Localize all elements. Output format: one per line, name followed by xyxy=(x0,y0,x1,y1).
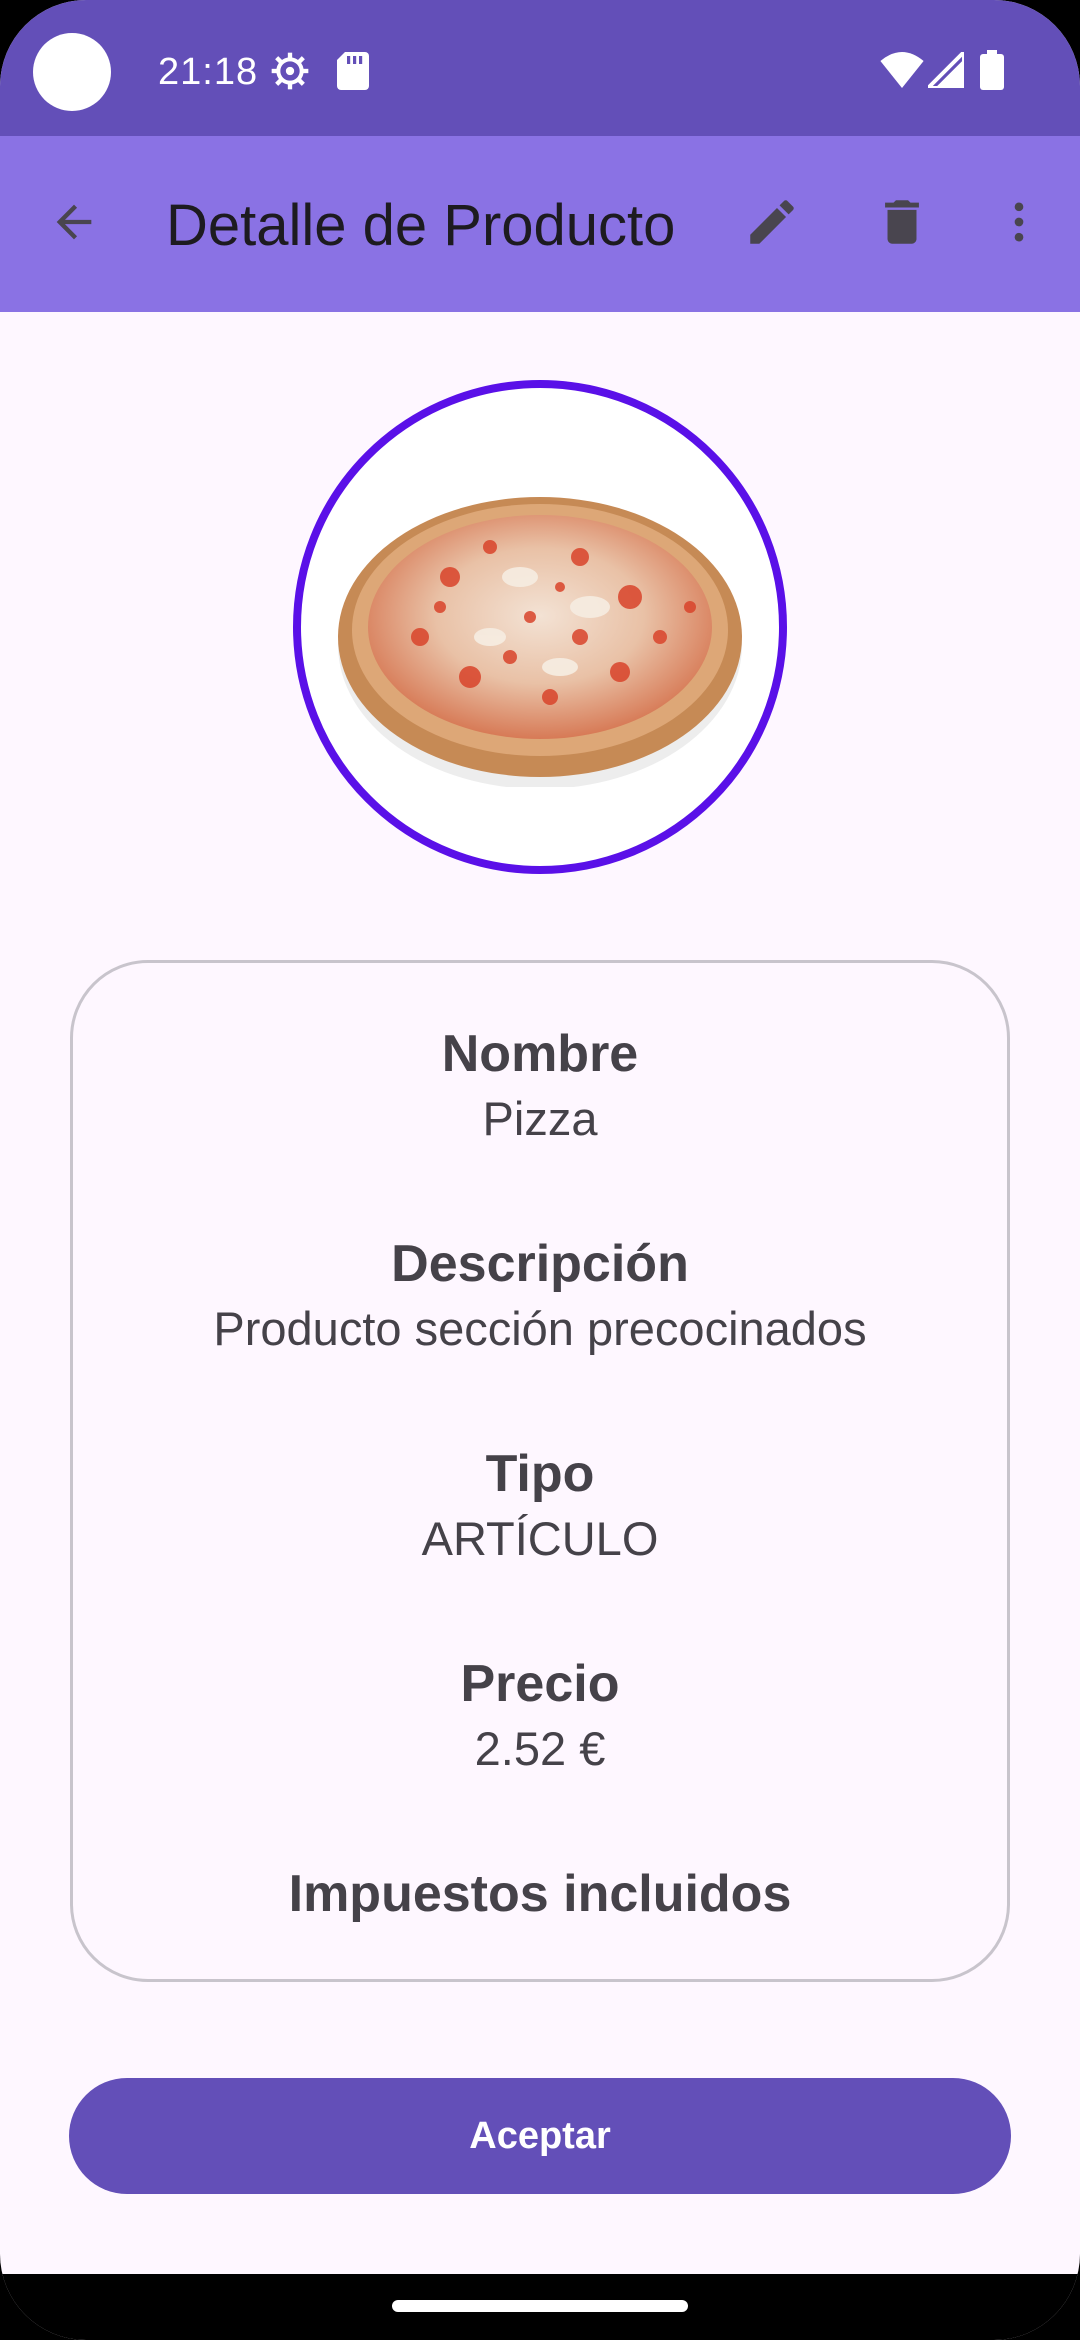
field-value: Producto sección precocinados xyxy=(213,1302,867,1355)
field-label: Impuestos incluidos xyxy=(288,1865,792,1923)
wifi-icon xyxy=(880,52,924,93)
field-label: Tipo xyxy=(485,1445,595,1503)
field-value: 2.52 € xyxy=(474,1722,606,1775)
pizza-image xyxy=(338,497,742,787)
delete-button[interactable] xyxy=(858,180,946,268)
back-button[interactable] xyxy=(30,180,118,268)
field-nombre: Nombre Pizza xyxy=(73,1023,1007,1149)
more-options-button[interactable] xyxy=(975,180,1063,268)
more-vert-icon xyxy=(993,196,1045,253)
status-bar: 21:18 xyxy=(0,0,1080,136)
product-details-card: Nombre Pizza Descripción Producto secció… xyxy=(70,960,1010,1982)
edit-pencil-icon xyxy=(743,193,801,256)
phone-screen: 21:18 Detalle de Producto Nombre Pizza D… xyxy=(0,0,1080,2340)
edit-button[interactable] xyxy=(728,180,816,268)
battery-icon xyxy=(980,50,1004,95)
product-image xyxy=(293,380,787,874)
sd-card-icon xyxy=(337,52,369,95)
field-tipo: Tipo ARTÍCULO xyxy=(73,1443,1007,1569)
delete-trash-icon xyxy=(873,193,931,256)
status-time: 21:18 xyxy=(158,51,259,93)
field-impuestos: Impuestos incluidos xyxy=(73,1863,1007,1925)
top-app-bar: Detalle de Producto xyxy=(0,136,1080,312)
signal-icon xyxy=(923,47,966,93)
field-precio: Precio 2.52 € xyxy=(73,1653,1007,1779)
back-arrow-icon xyxy=(48,196,100,253)
home-indicator[interactable] xyxy=(392,2300,688,2312)
camera-cutout xyxy=(33,33,111,111)
field-label: Nombre xyxy=(441,1025,639,1083)
field-label: Descripción xyxy=(391,1235,689,1293)
accept-button[interactable]: Aceptar xyxy=(69,2078,1011,2194)
field-label: Precio xyxy=(460,1655,620,1713)
settings-gear-icon xyxy=(270,51,310,96)
field-descripcion: Descripción Producto sección precocinado… xyxy=(73,1233,1007,1359)
page-title: Detalle de Producto xyxy=(166,193,676,258)
field-value: Pizza xyxy=(482,1092,598,1145)
field-value: ARTÍCULO xyxy=(421,1512,659,1565)
